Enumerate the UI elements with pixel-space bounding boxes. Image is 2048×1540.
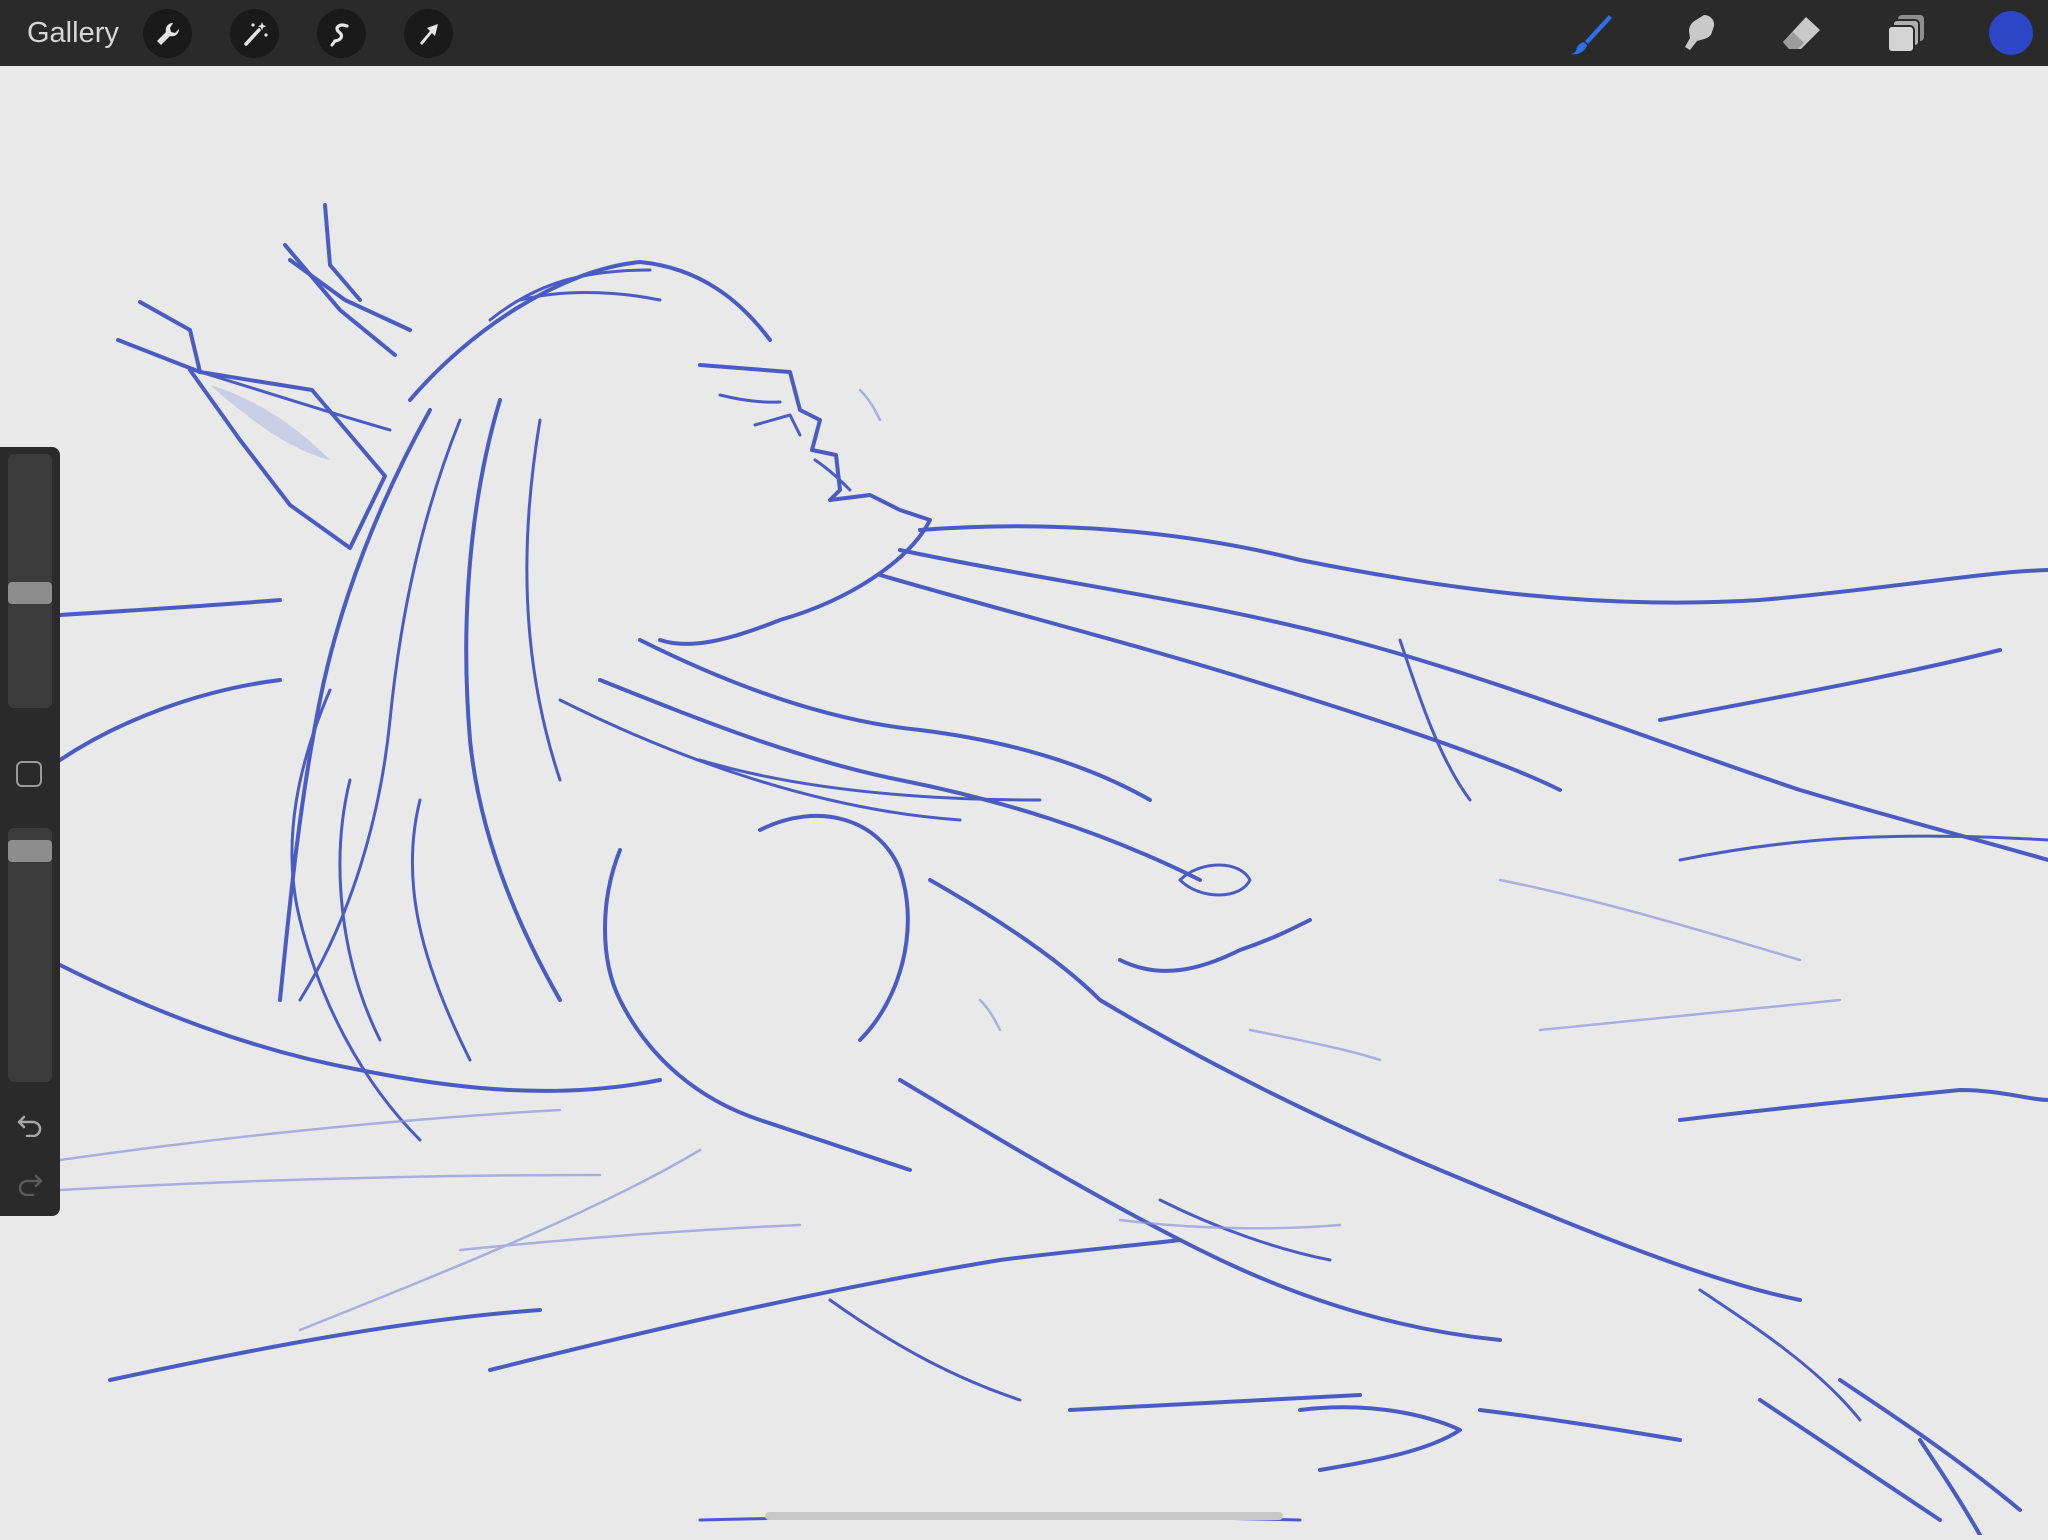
brush-icon: [1570, 15, 1612, 55]
opacity-slider[interactable]: [8, 828, 52, 1082]
smudge-icon: [1685, 15, 1715, 50]
wrench-icon: [156, 22, 179, 45]
left-sidebar: [0, 447, 60, 1216]
smudge-button[interactable]: [1672, 9, 1722, 59]
selection-icon: [330, 23, 349, 46]
modify-button[interactable]: [16, 761, 42, 787]
brush-size-thumb[interactable]: [8, 582, 52, 604]
sketch-ear-left: [116, 338, 387, 550]
undo-button[interactable]: [12, 1109, 48, 1141]
actions-button[interactable]: [143, 9, 192, 58]
magic-wand-icon: [243, 21, 268, 46]
gallery-button[interactable]: Gallery: [27, 14, 119, 52]
top-toolbar: Gallery: [0, 0, 2048, 66]
sketch-face-profile: [658, 363, 932, 646]
brush-size-slider[interactable]: [8, 454, 52, 708]
redo-icon: [18, 1174, 43, 1196]
redo-button[interactable]: [12, 1168, 48, 1200]
color-picker-button[interactable]: [1989, 11, 2033, 55]
sketch-body-outline: [603, 848, 912, 1172]
brush-button[interactable]: [1566, 9, 1616, 59]
home-indicator[interactable]: [765, 1512, 1283, 1520]
eraser-icon: [1783, 17, 1820, 49]
layers-icon: [1887, 15, 1924, 53]
sketch-drawing: [58, 203, 2048, 1537]
sketch-hair-top: [408, 260, 772, 402]
selection-button[interactable]: [317, 9, 366, 58]
eraser-button[interactable]: [1777, 9, 1827, 59]
drawing-canvas[interactable]: [0, 66, 2048, 1537]
undo-icon: [17, 1115, 42, 1137]
layers-button[interactable]: [1882, 9, 1932, 59]
sketch-hair-flow: [918, 524, 2048, 605]
transform-button[interactable]: [404, 9, 453, 58]
transform-arrow-icon: [419, 23, 438, 45]
adjustments-button[interactable]: [230, 9, 279, 58]
opacity-thumb[interactable]: [8, 840, 52, 862]
